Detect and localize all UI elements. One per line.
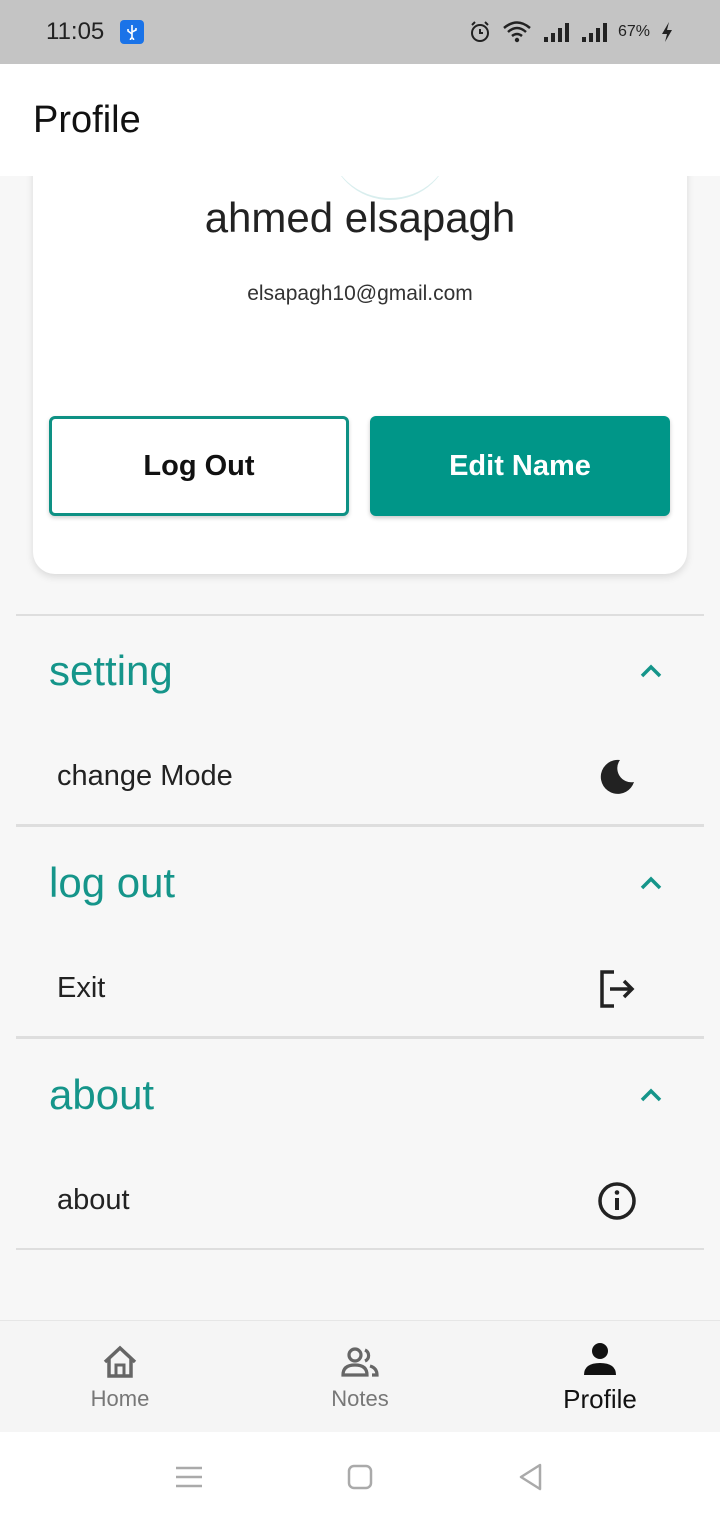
signal-icon — [581, 23, 607, 42]
nav-profile[interactable]: Profile — [480, 1321, 720, 1433]
divider — [16, 1248, 704, 1250]
row-label: about — [57, 1183, 130, 1216]
nav-label: Notes — [331, 1386, 389, 1411]
logout-button[interactable]: Log Out — [49, 416, 349, 516]
home-icon — [103, 1345, 137, 1378]
chevron-up-icon[interactable] — [638, 870, 664, 896]
section-title: about — [49, 1071, 155, 1118]
divider — [16, 824, 704, 827]
alarm-icon — [470, 21, 489, 42]
wifi-icon — [503, 21, 531, 43]
nav-label: Home — [90, 1386, 150, 1411]
profile-content[interactable]: ahmed elsapagh elsapagh10@gmail.com Log … — [0, 176, 720, 1320]
section-title: log out — [49, 859, 176, 906]
section-logout: log out Exit — [16, 828, 704, 1038]
usb-icon — [120, 20, 145, 44]
row-label: Exit — [57, 971, 106, 1004]
home-square-icon[interactable] — [345, 1462, 375, 1492]
section-setting: setting change Mode — [16, 616, 704, 826]
section-title: setting — [49, 647, 173, 694]
nav-label: Profile — [563, 1383, 637, 1414]
battery-level: 67% — [617, 23, 650, 40]
bottom-nav: Home Notes Profile — [0, 1320, 720, 1432]
charging-icon — [662, 22, 672, 42]
exit-item[interactable]: Exit — [16, 938, 704, 1038]
row-label: change Mode — [57, 759, 233, 792]
status-time: 11:05 — [46, 18, 105, 45]
edit-name-button[interactable]: Edit Name — [370, 416, 670, 516]
section-header-about[interactable]: about — [16, 1040, 704, 1150]
app-bar: Profile — [0, 64, 720, 176]
chevron-up-icon[interactable] — [638, 1082, 664, 1108]
moon-icon[interactable] — [596, 756, 638, 798]
divider — [16, 1036, 704, 1039]
profile-card: ahmed elsapagh elsapagh10@gmail.com Log … — [33, 176, 687, 574]
menu-icon[interactable] — [174, 1462, 204, 1492]
section-about: about about — [16, 1040, 704, 1250]
user-name: ahmed elsapagh — [204, 194, 516, 241]
people-icon — [341, 1347, 379, 1377]
nav-home[interactable]: Home — [0, 1321, 240, 1433]
info-icon[interactable] — [596, 1180, 638, 1222]
signal-icon — [543, 23, 569, 42]
section-header-setting[interactable]: setting — [16, 616, 704, 726]
section-header-logout[interactable]: log out — [16, 828, 704, 938]
change-mode-item[interactable]: change Mode — [16, 726, 704, 826]
about-item[interactable]: about — [16, 1150, 704, 1250]
chevron-up-icon[interactable] — [638, 658, 664, 684]
status-bar: 11:05 67% — [0, 0, 720, 64]
page-title: Profile — [33, 98, 141, 141]
status-icons: 67% — [468, 20, 674, 44]
person-icon — [584, 1342, 616, 1375]
nav-notes[interactable]: Notes — [240, 1321, 480, 1433]
logout-icon[interactable] — [596, 968, 638, 1010]
back-icon[interactable] — [516, 1462, 546, 1492]
user-email: elsapagh10@gmail.com — [247, 282, 473, 305]
system-nav-bar — [0, 1432, 720, 1520]
